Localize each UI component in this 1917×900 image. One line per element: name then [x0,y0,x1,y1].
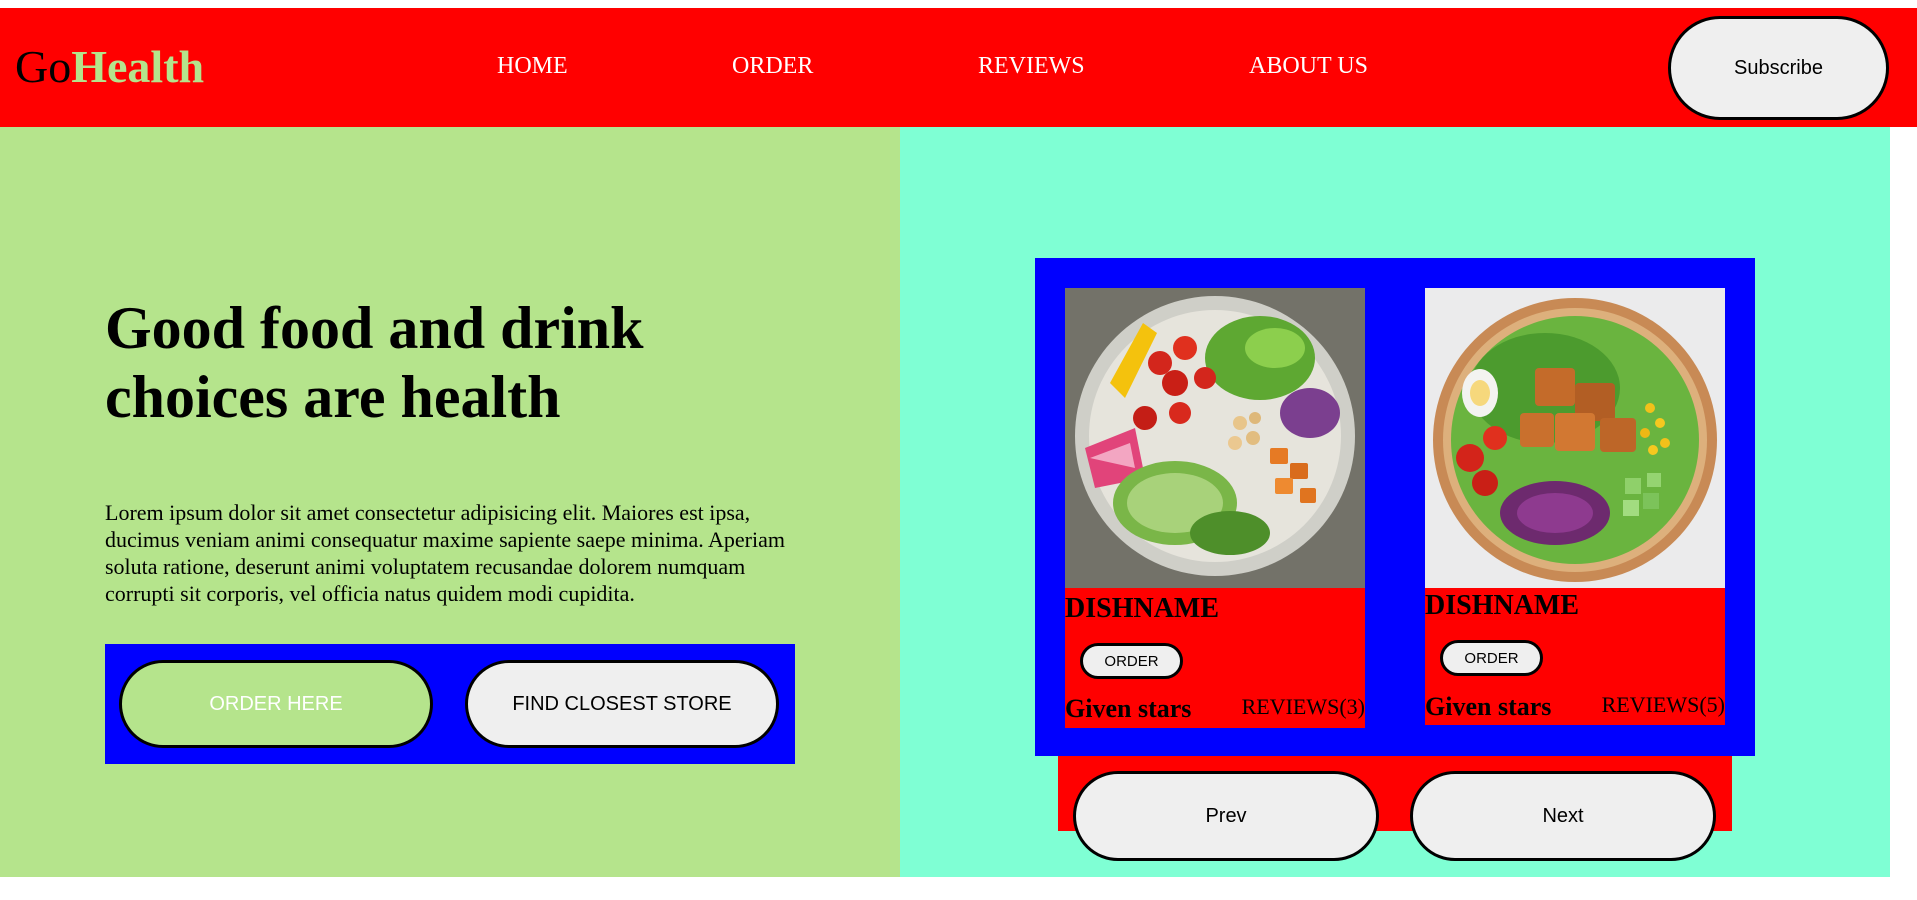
dish-order-button[interactable]: ORDER [1080,643,1183,679]
reviews-link[interactable]: REVIEWS(5) [1602,692,1725,718]
next-button[interactable]: Next [1410,771,1716,861]
logo[interactable]: GoHealth [15,44,204,90]
logo-go: Go [15,41,72,92]
dish-cards-frame: DISHNAME ORDER Given stars REVIEWS(3) DI… [1035,258,1755,756]
dish-order-button[interactable]: ORDER [1440,640,1543,676]
nav-about-us-link[interactable]: ABOUT US [1249,53,1368,80]
order-here-button[interactable]: ORDER HERE [119,660,433,748]
dish-card: DISHNAME ORDER Given stars REVIEWS(5) [1425,288,1725,725]
dish-name: DISHNAME [1425,590,1580,621]
dish-name: DISHNAME [1065,593,1220,624]
hero-button-group: ORDER HERE FIND CLOSEST STORE [105,644,795,764]
prev-button[interactable]: Prev [1073,771,1379,861]
tofu-bowl-image [1425,288,1725,588]
nav-home-link[interactable]: HOME [497,53,568,80]
carousel-pager: Prev Next [1058,756,1732,861]
nav-reviews-link[interactable]: REVIEWS [978,53,1085,80]
nav-order-link[interactable]: ORDER [732,53,813,80]
salad-bowl-image [1065,288,1365,588]
find-closest-store-button[interactable]: FIND CLOSEST STORE [465,660,779,748]
dish-carousel-panel: DISHNAME ORDER Given stars REVIEWS(3) DI… [900,127,1890,877]
site-header: GoHealth HOME ORDER REVIEWS ABOUT US Sub… [0,8,1917,127]
hero-description: Lorem ipsum dolor sit amet consectetur a… [105,500,785,606]
logo-health: Health [71,41,205,92]
dish-card: DISHNAME ORDER Given stars REVIEWS(3) [1065,288,1365,728]
reviews-link[interactable]: REVIEWS(3) [1242,694,1365,720]
given-stars-label: Given stars [1065,694,1192,723]
hero-title: Good food and drink choices are health [105,295,644,430]
hero-panel: Good food and drink choices are health L… [0,127,900,877]
given-stars-label: Given stars [1425,692,1552,721]
subscribe-button[interactable]: Subscribe [1668,16,1889,120]
